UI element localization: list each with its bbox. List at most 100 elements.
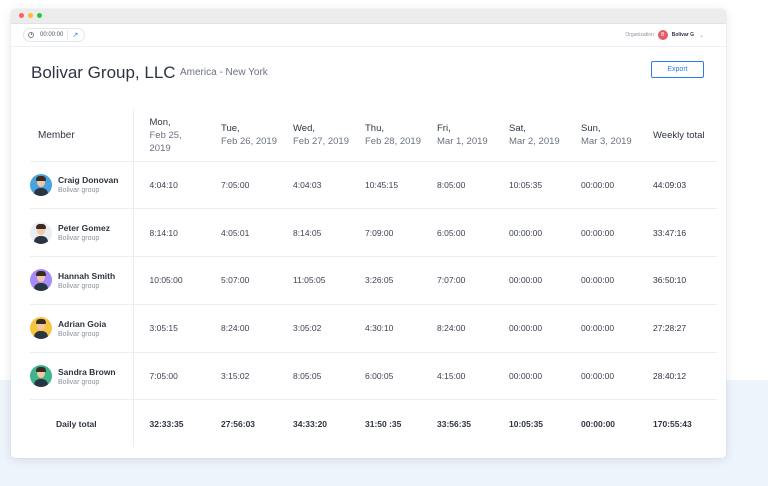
member-name: Craig Donovan [58, 175, 119, 186]
time-cell: 3:05:15 [133, 303, 205, 353]
avatar [30, 269, 52, 292]
day-date: Mar 2, 2019 [509, 136, 560, 148]
time-cell: 7:05:00 [133, 351, 205, 400]
time-cell: 00:00:00 [565, 303, 637, 353]
export-button[interactable]: Export [651, 61, 704, 78]
daily-total-label: Daily total [30, 399, 134, 447]
avatar [30, 173, 52, 196]
maximize-window-button[interactable] [37, 13, 42, 18]
time-cell: 00:00:00 [565, 208, 637, 257]
time-cell: 10:05:00 [133, 256, 205, 305]
table-row[interactable]: Adrian Goia Bolivar group 3:05:15 8:24:00… [30, 303, 717, 353]
day-date: Mar 3, 2019 [581, 136, 632, 148]
organization-name: Bolivar G [671, 32, 694, 38]
daily-total-cell: 34:33:20 [277, 399, 349, 447]
time-cell: 4:04:10 [133, 160, 205, 209]
day-date: Feb 28, 2019 [365, 136, 421, 148]
timer-divider [67, 30, 69, 40]
page-header: Bolivar Group, LLC America - New York Ex… [31, 61, 711, 91]
close-window-button[interactable] [19, 13, 24, 18]
time-cell: 8:24:00 [421, 303, 493, 353]
chevron-down-icon[interactable]: ⌄ [699, 32, 704, 39]
clock-icon [28, 32, 34, 38]
timezone-label: America - New York [180, 67, 268, 78]
weekly-total-cell: 33:47:16 [637, 208, 717, 257]
member-name: Adrian Goia [58, 318, 107, 329]
table-row[interactable]: Sandra Brown Bolivar group 7:05:00 3:15:0… [30, 351, 717, 400]
table-header-row: Member Mon, Feb 25, 2019 Tue, Feb 26, 2019… [30, 110, 717, 161]
member-group: Bolivar group [58, 378, 100, 386]
member-cell[interactable]: Hannah Smith Bolivar group [30, 256, 134, 305]
table-row[interactable]: Hannah Smith Bolivar group 10:05:00 5:07:… [30, 256, 717, 305]
day-column-header: Thu, Feb 28, 2019 [349, 110, 421, 161]
weekly-total-cell: 44:09:03 [637, 160, 717, 209]
weekly-total-column-header: Weekly total [653, 129, 705, 141]
open-timer-icon[interactable]: ↗ [72, 31, 78, 39]
table-row[interactable]: Craig Donovan Bolivar group 4:04:10 7:05:… [30, 160, 717, 209]
time-cell: 4:04:03 [277, 160, 349, 209]
time-cell: 8:05:05 [277, 351, 349, 400]
time-cell: 8:14:10 [133, 208, 205, 257]
day-name: Fri, [437, 123, 451, 135]
time-cell: 3:15:02 [205, 351, 277, 400]
time-cell: 00:00:00 [493, 256, 565, 305]
organization-selector[interactable]: Organization B Bolivar G ⌄ [625, 28, 704, 42]
day-name: Tue, [221, 123, 240, 135]
daily-total-row: Daily total 32:33:35 27:56:03 34:33:20 3… [30, 399, 717, 447]
app-window: 00:00:00 ↗ Organization B Bolivar G ⌄ Bo… [11, 9, 726, 458]
day-date: Feb 25, 2019 [149, 129, 182, 154]
time-cell: 8:05:00 [421, 160, 493, 209]
day-column-header: Fri, Mar 1, 2019 [421, 110, 493, 161]
time-cell: 00:00:00 [493, 303, 565, 353]
member-group: Bolivar group [58, 282, 100, 290]
member-group: Bolivar group [58, 187, 100, 195]
time-cell: 5:07:00 [205, 256, 277, 305]
weekly-total-cell: 27:28:27 [637, 303, 717, 353]
member-cell[interactable]: Peter Gomez Bolivar group [30, 208, 134, 257]
day-column-header: Wed, Feb 27, 2019 [277, 110, 349, 161]
day-column-header: Sun, Mar 3, 2019 [565, 110, 637, 161]
member-cell[interactable]: Craig Donovan Bolivar group [30, 160, 134, 209]
member-column-header: Member [30, 110, 134, 161]
page-title: Bolivar Group, LLC [31, 63, 176, 82]
member-group: Bolivar group [58, 330, 100, 338]
day-date: Mar 1, 2019 [437, 136, 488, 148]
day-column-header: Tue, Feb 26, 2019 [205, 110, 277, 161]
time-cell: 7:09:00 [349, 208, 421, 257]
time-cell: 6:05:00 [421, 208, 493, 257]
time-cell: 00:00:00 [565, 160, 637, 209]
title-bar [11, 9, 726, 24]
daily-total-cell: 31:50 :35 [349, 399, 421, 447]
time-cell: 6:00:05 [349, 351, 421, 400]
member-cell[interactable]: Adrian Goia Bolivar group [30, 303, 134, 353]
daily-total-cell: 32:33:35 [133, 399, 205, 447]
member-cell[interactable]: Sandra Brown Bolivar group [30, 351, 134, 400]
timer-widget[interactable]: 00:00:00 ↗ [23, 28, 85, 42]
avatar [30, 221, 52, 244]
day-name: Mon, [149, 116, 171, 128]
avatar [30, 365, 52, 388]
minimize-window-button[interactable] [28, 13, 33, 18]
time-cell: 3:26:05 [349, 256, 421, 305]
day-name: Sat, [509, 123, 526, 135]
time-cell: 10:05:35 [493, 160, 565, 209]
member-name: Hannah Smith [58, 270, 116, 281]
table-row[interactable]: Peter Gomez Bolivar group 8:14:10 4:05:01… [30, 208, 717, 257]
daily-total-cell: 00:00:00 [565, 399, 637, 447]
day-column-header: Sat, Mar 2, 2019 [493, 110, 565, 161]
weekly-timesheet-table: Member Mon, Feb 25, 2019 Tue, Feb 26, 2019… [30, 110, 717, 447]
time-cell: 4:05:01 [205, 208, 277, 257]
time-cell: 4:15:00 [421, 351, 493, 400]
time-cell: 8:14:05 [277, 208, 349, 257]
day-date: Feb 26, 2019 [221, 136, 277, 148]
member-rows: Craig Donovan Bolivar group 4:04:10 7:05:… [30, 160, 717, 400]
time-cell: 00:00:00 [565, 256, 637, 305]
member-group: Bolivar group [58, 235, 100, 243]
daily-total-cell: 27:56:03 [205, 399, 277, 447]
day-column-header: Mon, Feb 25, 2019 [133, 110, 205, 161]
member-name: Sandra Brown [58, 366, 116, 377]
time-cell: 00:00:00 [493, 208, 565, 257]
time-cell: 00:00:00 [493, 351, 565, 400]
day-date: Feb 27, 2019 [293, 136, 349, 148]
top-toolbar: 00:00:00 ↗ Organization B Bolivar G ⌄ [11, 24, 726, 47]
